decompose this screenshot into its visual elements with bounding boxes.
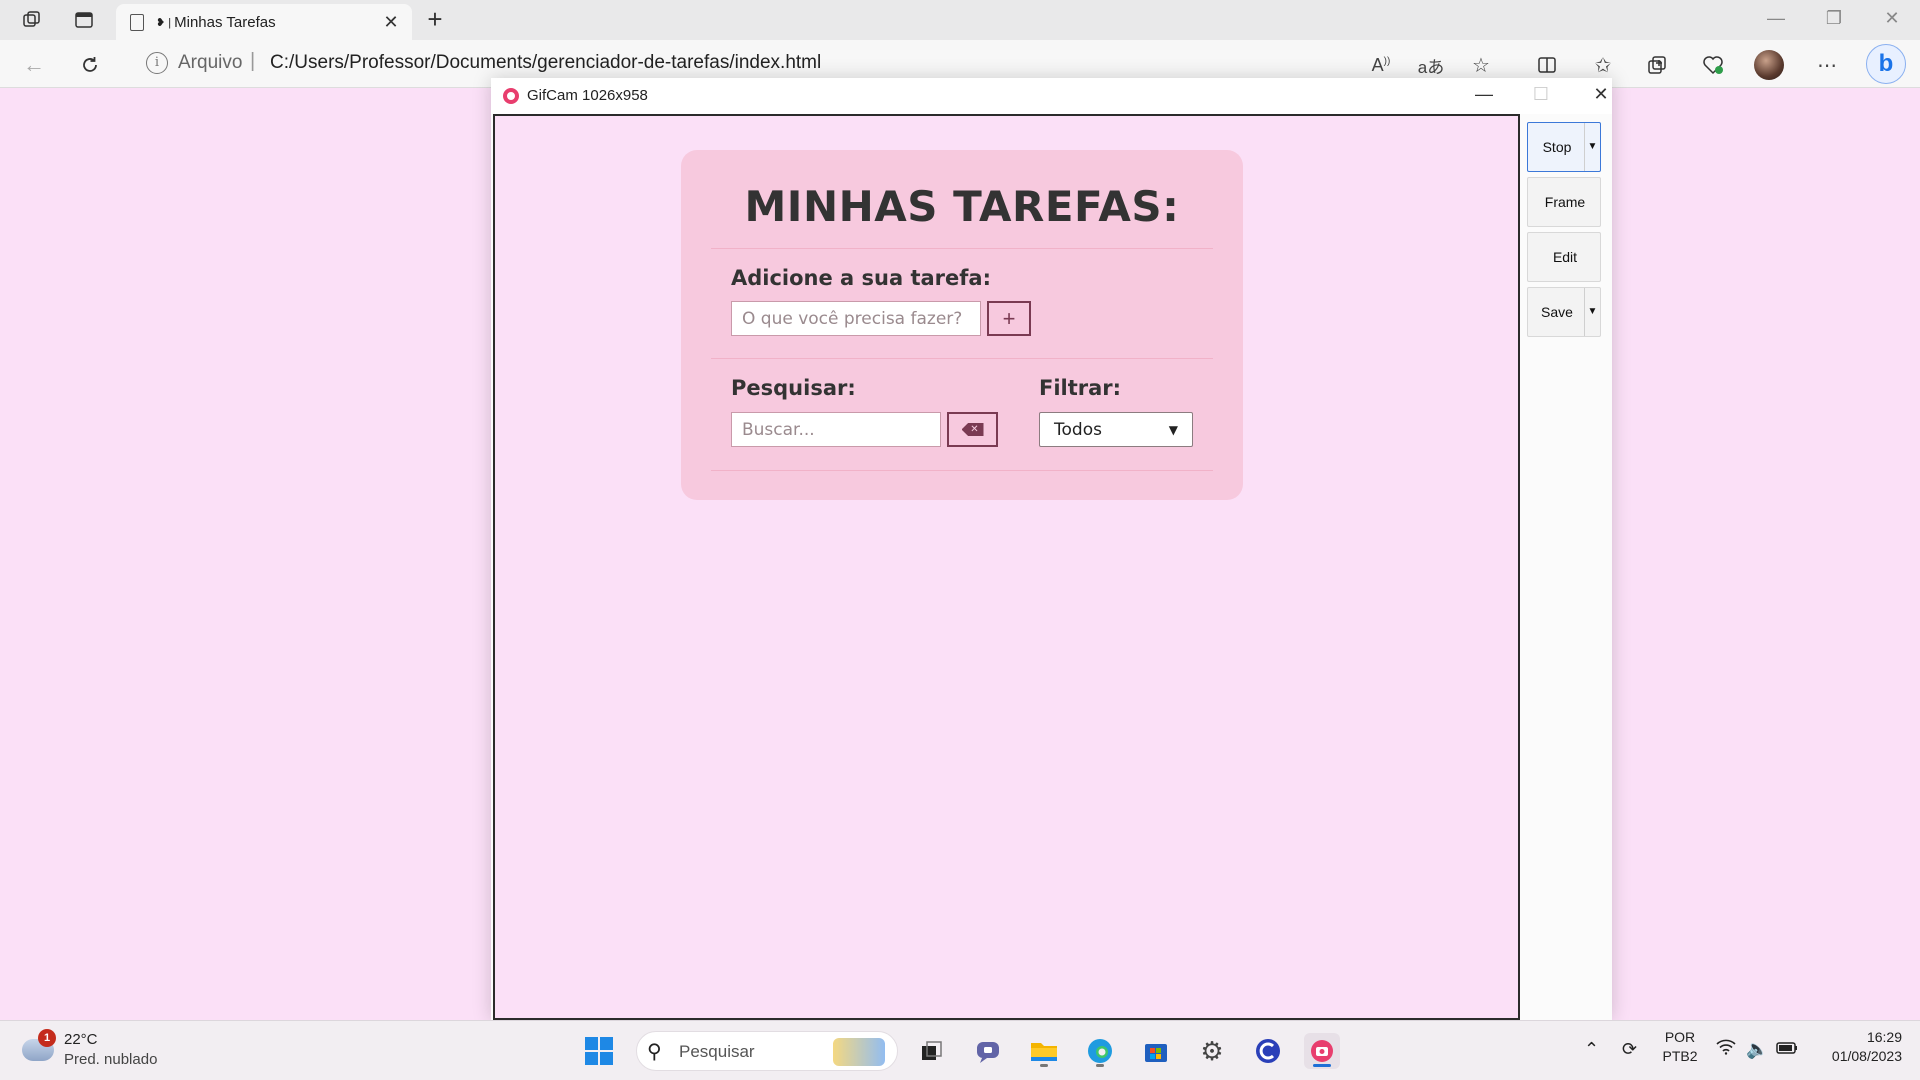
- read-aloud-icon[interactable]: A)): [1366, 50, 1396, 80]
- minimize-icon[interactable]: —: [1756, 8, 1796, 29]
- taskbar-search-placeholder: Pesquisar: [679, 1042, 755, 1061]
- gifcam-maximize-icon: ☐: [1532, 84, 1550, 104]
- collections-icon[interactable]: [1642, 50, 1672, 80]
- language-indicator[interactable]: POR PTB2: [1660, 1029, 1700, 1064]
- running-indicator: [1040, 1064, 1048, 1067]
- gifcam-taskbar-icon[interactable]: [1304, 1033, 1340, 1069]
- gifcam-window: GifCam 1026x958 — ☐ ✕ MINHAS TAREFAS: Ad…: [491, 78, 1612, 1020]
- page-title: MINHAS TAREFAS:: [744, 182, 1180, 231]
- teams-chat-icon[interactable]: [970, 1033, 1006, 1069]
- chevron-down-icon: ▼: [1168, 422, 1178, 437]
- filter-select[interactable]: Todos ▼: [1039, 412, 1193, 447]
- edge-browser-icon[interactable]: [1082, 1033, 1118, 1069]
- edit-button[interactable]: Edit: [1527, 232, 1601, 282]
- vertical-tabs-icon[interactable]: [70, 6, 98, 34]
- clock-time: 16:29: [1866, 1029, 1902, 1045]
- frame-button-label: Frame: [1544, 194, 1586, 210]
- refresh-icon[interactable]: [74, 49, 106, 81]
- page-icon: [130, 13, 144, 31]
- sync-icon[interactable]: ⟳: [1622, 1039, 1637, 1060]
- favorite-star-icon[interactable]: ☆: [1466, 50, 1496, 80]
- clear-search-button[interactable]: ✕: [947, 412, 998, 447]
- restore-icon[interactable]: ❐: [1814, 8, 1854, 29]
- bing-copilot-icon[interactable]: b: [1866, 44, 1906, 84]
- weather-badge: 1: [38, 1029, 56, 1047]
- divider: [711, 358, 1213, 359]
- gifcam-toolbar: Stop ▼ Frame Edit Save ▼: [1527, 122, 1603, 342]
- capture-frame: MINHAS TAREFAS: Adicione a sua tarefa: +…: [493, 114, 1520, 1020]
- add-task-label: Adicione a sua tarefa:: [731, 266, 991, 290]
- add-task-button[interactable]: +: [987, 301, 1031, 336]
- stop-dropdown-icon[interactable]: ▼: [1584, 123, 1600, 171]
- browser-essentials-icon[interactable]: [1698, 50, 1728, 80]
- backspace-icon: ✕: [961, 423, 984, 436]
- edit-button-label: Edit: [1552, 249, 1578, 265]
- tab-close-icon[interactable]: ✕: [380, 12, 402, 33]
- gifcam-minimize-icon[interactable]: —: [1464, 84, 1504, 105]
- new-task-input[interactable]: [731, 301, 981, 336]
- keyboard-layout: PTB2: [1662, 1048, 1698, 1064]
- task-manager-card: MINHAS TAREFAS: Adicione a sua tarefa: +…: [681, 150, 1243, 500]
- divider: [711, 470, 1213, 471]
- task-view-icon[interactable]: [914, 1033, 950, 1069]
- save-button-label: Save: [1541, 304, 1573, 320]
- show-hidden-icons[interactable]: ⌃: [1584, 1039, 1599, 1060]
- gifcam-close-icon[interactable]: ✕: [1581, 84, 1621, 105]
- url-separator: |: [250, 50, 256, 72]
- search-icon: ⚲: [647, 1041, 662, 1063]
- search-input[interactable]: [731, 412, 941, 447]
- new-tab-button[interactable]: +: [420, 5, 450, 35]
- stop-button-label: Stop: [1542, 139, 1572, 155]
- file-explorer-icon[interactable]: [1026, 1033, 1062, 1069]
- browser-tab-bar: ❥ | Minhas Tarefas ✕ + — ❐ ✕: [0, 0, 1920, 40]
- taskbar: 1 22°C Pred. nublado ⚲ Pesquisar ⚙ ⌃ ⟳ P…: [0, 1020, 1920, 1080]
- filter-selected-value: Todos: [1054, 419, 1102, 440]
- battery-icon[interactable]: [1776, 1039, 1798, 1060]
- gifcam-title-bar: GifCam 1026x958 — ☐ ✕: [491, 78, 1612, 114]
- weather-desc: Pred. nublado: [64, 1051, 158, 1068]
- volume-icon[interactable]: 🔈: [1746, 1039, 1768, 1060]
- workspaces-icon[interactable]: [18, 6, 46, 34]
- running-indicator: [1096, 1064, 1104, 1067]
- clock[interactable]: 16:29 01/08/2023: [1812, 1029, 1902, 1064]
- gifcam-logo-icon: [503, 88, 519, 104]
- taskbar-search[interactable]: ⚲ Pesquisar: [636, 1031, 898, 1071]
- running-indicator: [1313, 1064, 1331, 1067]
- weather-temp: 22°C: [64, 1031, 98, 1048]
- more-options-icon[interactable]: ⋯: [1812, 50, 1842, 80]
- stop-button[interactable]: Stop ▼: [1527, 122, 1601, 172]
- settings-gear-icon[interactable]: ⚙: [1194, 1033, 1230, 1069]
- save-dropdown-icon[interactable]: ▼: [1584, 288, 1600, 336]
- tab-prefix: ❥ |: [156, 16, 172, 29]
- clock-date: 01/08/2023: [1831, 1048, 1902, 1064]
- back-icon[interactable]: ←: [18, 49, 50, 81]
- tab-minhas-tarefas[interactable]: ❥ | Minhas Tarefas ✕: [116, 4, 412, 40]
- close-window-icon[interactable]: ✕: [1872, 8, 1912, 29]
- search-label: Pesquisar:: [731, 376, 856, 400]
- url-input[interactable]: C:/Users/Professor/Documents/gerenciador…: [270, 52, 821, 74]
- save-button[interactable]: Save ▼: [1527, 287, 1601, 337]
- split-screen-icon[interactable]: [1532, 50, 1562, 80]
- wifi-icon[interactable]: [1716, 1039, 1736, 1060]
- app-c-icon[interactable]: [1250, 1033, 1286, 1069]
- translate-icon[interactable]: aあ: [1416, 50, 1446, 80]
- start-button[interactable]: [581, 1033, 617, 1069]
- frame-button[interactable]: Frame: [1527, 177, 1601, 227]
- tab-title: Minhas Tarefas: [174, 13, 276, 31]
- favorites-icon[interactable]: ✩: [1588, 50, 1618, 80]
- filter-label: Filtrar:: [1039, 376, 1122, 400]
- divider: [711, 248, 1213, 249]
- microsoft-store-icon[interactable]: [1138, 1033, 1174, 1069]
- gifcam-title: GifCam 1026x958: [527, 87, 648, 104]
- site-info-icon[interactable]: i: [146, 52, 168, 74]
- profile-avatar[interactable]: [1754, 50, 1784, 80]
- search-highlight-icon: [833, 1038, 885, 1066]
- language-code: POR: [1664, 1029, 1696, 1045]
- url-scheme: Arquivo: [178, 52, 243, 73]
- windows-logo-icon: [585, 1037, 613, 1065]
